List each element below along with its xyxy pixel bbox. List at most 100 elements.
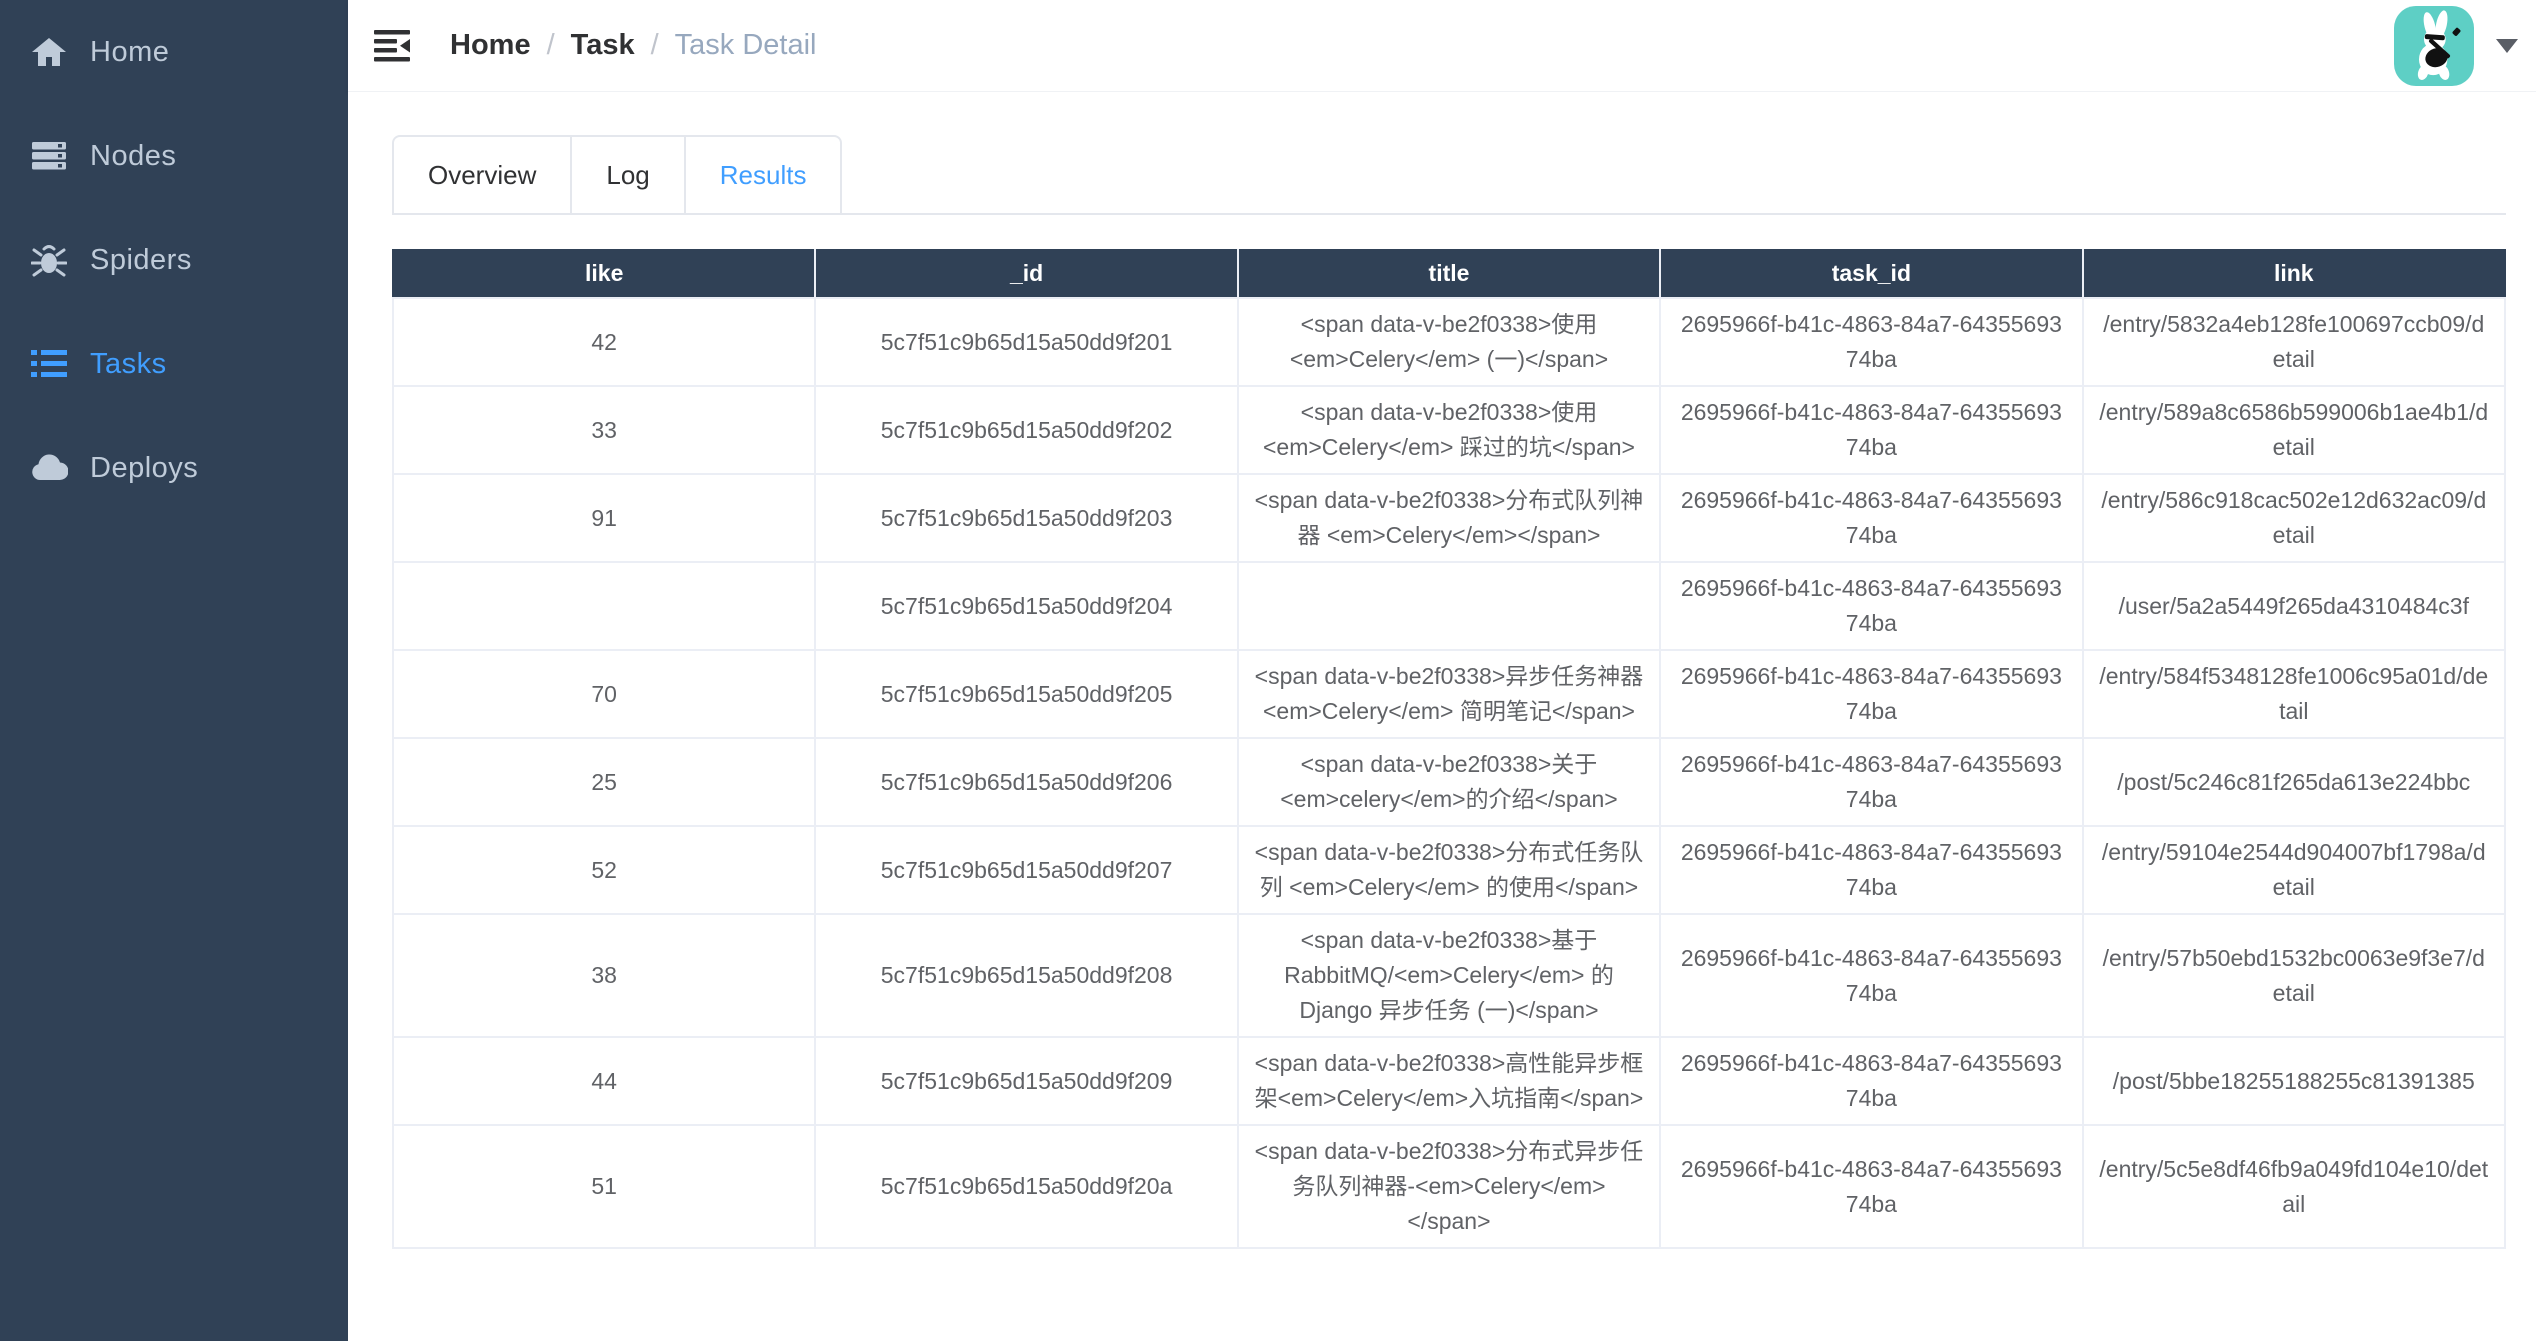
table-row: 51 5c7f51c9b65d15a50dd9f20a <span data-v-b… xyxy=(391,1124,2507,1249)
table-row: 70 5c7f51c9b65d15a50dd9f205 <span data-v-b… xyxy=(391,649,2507,739)
cell-link: /entry/584f5348128fe1006c95a01d/detail xyxy=(2081,649,2507,739)
cell-title: <span data-v-be2f0338>使用 <em>Celery</em>… xyxy=(1236,385,1662,475)
results-table-head: like _id title task_id link xyxy=(391,249,2507,299)
header-row: like _id title task_id link xyxy=(391,249,2507,299)
cell-id: 5c7f51c9b65d15a50dd9f203 xyxy=(814,473,1239,563)
task-detail-content: Overview Log Results like _id title task… xyxy=(348,92,2536,1341)
breadcrumb-item-task-detail: Task Detail xyxy=(674,29,817,61)
cell-taskid: 2695966f-b41c-4863-84a7-6435569374ba xyxy=(1659,825,2084,915)
app-root: Home Nodes Spiders Tasks Deploys Home / … xyxy=(0,0,2536,1341)
column-header-task-id: task_id xyxy=(1659,249,2084,299)
spider-icon xyxy=(30,243,68,277)
cell-like xyxy=(391,561,817,651)
cell-title: <span data-v-be2f0338>异步任务神器 <em>Celery<… xyxy=(1236,649,1662,739)
sidebar: Home Nodes Spiders Tasks Deploys xyxy=(0,0,348,1341)
cell-like: 70 xyxy=(391,649,817,739)
tab-group: Overview Log Results xyxy=(392,135,843,217)
sidebar-item-spiders[interactable]: Spiders xyxy=(0,208,348,312)
cell-link: /entry/57b50ebd1532bc0063e9f3e7/detail xyxy=(2081,913,2507,1038)
cell-title: <span data-v-be2f0338>高性能异步框架<em>Celery<… xyxy=(1236,1036,1662,1126)
breadcrumb-item-home[interactable]: Home xyxy=(450,29,531,62)
sidebar-item-label: Deploys xyxy=(90,451,199,484)
deploys-icon xyxy=(30,451,68,485)
sidebar-item-label: Home xyxy=(90,35,170,68)
cell-like: 44 xyxy=(391,1036,817,1126)
cell-title: <span data-v-be2f0338>分布式异步任务队列神器-<em>Ce… xyxy=(1236,1124,1662,1249)
cell-taskid: 2695966f-b41c-4863-84a7-6435569374ba xyxy=(1659,385,2084,475)
cell-title: <span data-v-be2f0338>使用 <em>Celery</em>… xyxy=(1236,297,1662,387)
table-row: 25 5c7f51c9b65d15a50dd9f206 <span data-v-b… xyxy=(391,737,2507,827)
table-row: 42 5c7f51c9b65d15a50dd9f201 <span data-v-b… xyxy=(391,297,2507,387)
menu-fold-icon[interactable] xyxy=(370,26,414,66)
sidebar-item-home[interactable]: Home xyxy=(0,0,348,104)
cell-link: /entry/59104e2544d904007bf1798a/detail xyxy=(2081,825,2507,915)
rabbit-guitar-logo xyxy=(2417,9,2461,80)
cell-link: /user/5a2a5449f265da4310484c3f xyxy=(2081,561,2507,651)
cell-like: 52 xyxy=(391,825,817,915)
cell-link: /entry/5c5e8df46fb9a049fd104e10/detail xyxy=(2081,1124,2507,1249)
sidebar-item-nodes[interactable]: Nodes xyxy=(0,104,348,208)
breadcrumb-separator: / xyxy=(650,29,659,61)
home-icon xyxy=(30,35,68,69)
cell-taskid: 2695966f-b41c-4863-84a7-6435569374ba xyxy=(1659,561,2084,651)
cell-id: 5c7f51c9b65d15a50dd9f201 xyxy=(814,297,1239,387)
cell-id: 5c7f51c9b65d15a50dd9f206 xyxy=(814,737,1239,827)
top-navbar: Home / Task / Task Detail xyxy=(348,0,2536,92)
cell-title: <span data-v-be2f0338>关于 <em>celery</em>… xyxy=(1236,737,1662,827)
sidebar-item-deploys[interactable]: Deploys xyxy=(0,416,348,520)
cell-link: /entry/5832a4eb128fe100697ccb09/detail xyxy=(2081,297,2507,387)
cell-link: /post/5c246c81f265da613e224bbc xyxy=(2081,737,2507,827)
sidebar-item-tasks[interactable]: Tasks xyxy=(0,312,348,416)
table-row: 44 5c7f51c9b65d15a50dd9f209 <span data-v-b… xyxy=(391,1036,2507,1126)
cell-like: 33 xyxy=(391,385,817,475)
cell-id: 5c7f51c9b65d15a50dd9f205 xyxy=(814,649,1239,739)
cell-taskid: 2695966f-b41c-4863-84a7-6435569374ba xyxy=(1659,1124,2084,1249)
sidebar-item-label: Spiders xyxy=(90,243,192,276)
sidebar-item-label: Nodes xyxy=(90,139,177,172)
cell-like: 91 xyxy=(391,473,817,563)
cell-like: 38 xyxy=(391,913,817,1038)
cell-id: 5c7f51c9b65d15a50dd9f204 xyxy=(814,561,1239,651)
results-table-body: 42 5c7f51c9b65d15a50dd9f201 <span data-v-b… xyxy=(391,297,2507,1249)
breadcrumb-separator: / xyxy=(546,29,555,61)
cell-id: 5c7f51c9b65d15a50dd9f202 xyxy=(814,385,1239,475)
column-header-title: title xyxy=(1236,249,1662,299)
breadcrumb: Home / Task / Task Detail xyxy=(450,29,816,62)
avatar[interactable] xyxy=(2394,5,2474,86)
navbar-right xyxy=(2394,5,2518,86)
cell-link: /entry/586c918cac502e12d632ac09/detail xyxy=(2081,473,2507,563)
column-header-id: _id xyxy=(814,249,1239,299)
tab-overview[interactable]: Overview xyxy=(394,137,570,215)
cell-taskid: 2695966f-b41c-4863-84a7-6435569374ba xyxy=(1659,913,2084,1038)
cell-id: 5c7f51c9b65d15a50dd9f209 xyxy=(814,1036,1239,1126)
cell-title xyxy=(1236,561,1662,651)
column-header-like: like xyxy=(391,249,817,299)
tasks-icon xyxy=(30,347,68,381)
tab-log[interactable]: Log xyxy=(570,137,683,215)
results-table: like _id title task_id link 42 5c7f51c9b6… xyxy=(391,249,2507,1249)
cell-like: 25 xyxy=(391,737,817,827)
column-header-link: link xyxy=(2081,249,2507,299)
tab-results[interactable]: Results xyxy=(683,137,841,217)
cell-taskid: 2695966f-b41c-4863-84a7-6435569374ba xyxy=(1659,473,2084,563)
table-row: 52 5c7f51c9b65d15a50dd9f207 <span data-v-b… xyxy=(391,825,2507,915)
tab-bar: Overview Log Results xyxy=(392,135,2506,217)
cell-taskid: 2695966f-b41c-4863-84a7-6435569374ba xyxy=(1659,297,2084,387)
cell-link: /entry/589a8c6586b599006b1ae4b1/detail xyxy=(2081,385,2507,475)
table-row: 33 5c7f51c9b65d15a50dd9f202 <span data-v-b… xyxy=(391,385,2507,475)
breadcrumb-item-task[interactable]: Task xyxy=(571,29,635,62)
table-row: 38 5c7f51c9b65d15a50dd9f208 <span data-v-b… xyxy=(391,913,2507,1038)
cell-taskid: 2695966f-b41c-4863-84a7-6435569374ba xyxy=(1659,1036,2084,1126)
chevron-down-icon[interactable] xyxy=(2496,38,2518,53)
cell-title: <span data-v-be2f0338>分布式队列神器 <em>Celery… xyxy=(1236,473,1662,563)
cell-like: 42 xyxy=(391,297,817,387)
cell-taskid: 2695966f-b41c-4863-84a7-6435569374ba xyxy=(1659,737,2084,827)
cell-link: /post/5bbe18255188255c81391385 xyxy=(2081,1036,2507,1126)
cell-id: 5c7f51c9b65d15a50dd9f207 xyxy=(814,825,1239,915)
cell-title: <span data-v-be2f0338>基于RabbitMQ/<em>Cel… xyxy=(1236,913,1662,1038)
cell-id: 5c7f51c9b65d15a50dd9f20a xyxy=(814,1124,1239,1249)
cell-like: 51 xyxy=(391,1124,817,1249)
sidebar-item-label: Tasks xyxy=(90,347,167,380)
cell-id: 5c7f51c9b65d15a50dd9f208 xyxy=(814,913,1239,1038)
nodes-icon xyxy=(30,139,68,173)
